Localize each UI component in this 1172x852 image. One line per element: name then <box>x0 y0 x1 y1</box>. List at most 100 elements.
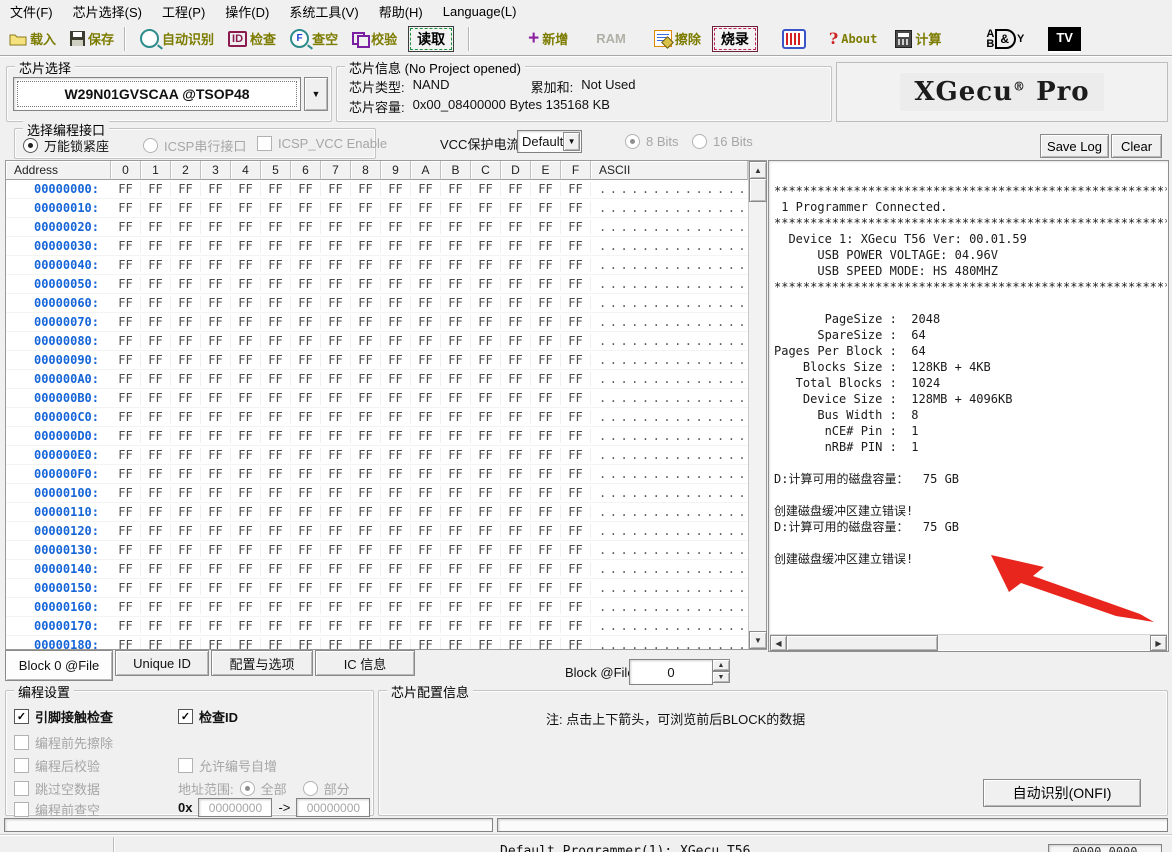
hex-byte-cell[interactable]: FF <box>501 619 531 633</box>
calculator-button[interactable]: 计算 <box>890 27 946 50</box>
hex-byte-cell[interactable]: FF <box>441 258 471 272</box>
hex-byte-cell[interactable]: FF <box>201 201 231 215</box>
hex-byte-cell[interactable]: FF <box>111 220 141 234</box>
hex-byte-cell[interactable]: FF <box>261 315 291 329</box>
hex-byte-cell[interactable]: FF <box>531 638 561 649</box>
hex-byte-cell[interactable]: FF <box>351 220 381 234</box>
hex-ascii-cell[interactable]: ................ <box>591 410 748 424</box>
hex-byte-cell[interactable]: FF <box>291 372 321 386</box>
hex-byte-cell[interactable]: FF <box>321 220 351 234</box>
hex-byte-cell[interactable]: FF <box>561 391 591 405</box>
hex-byte-cell[interactable]: FF <box>291 296 321 310</box>
scrollbar-thumb[interactable] <box>749 178 767 202</box>
hex-byte-cell[interactable]: FF <box>141 619 171 633</box>
ic-socket-icon[interactable] <box>782 29 806 49</box>
hex-byte-cell[interactable]: FF <box>381 296 411 310</box>
hex-byte-cell[interactable]: FF <box>321 619 351 633</box>
hex-byte-cell[interactable]: FF <box>441 505 471 519</box>
hex-byte-cell[interactable]: FF <box>441 448 471 462</box>
hex-byte-cell[interactable]: FF <box>231 182 261 196</box>
hex-byte-cell[interactable]: FF <box>111 562 141 576</box>
auto-identify-button[interactable]: 自动识别 <box>135 27 219 50</box>
chip-select-combobox[interactable]: W29N01GVSCAA @TSOP48 <box>13 77 301 111</box>
hex-ascii-cell[interactable]: ................ <box>591 334 748 348</box>
hex-byte-cell[interactable]: FF <box>321 505 351 519</box>
hex-byte-cell[interactable]: FF <box>561 448 591 462</box>
pin-check-checkbox[interactable]: ✓ <box>14 709 29 724</box>
hex-byte-cell[interactable]: FF <box>201 524 231 538</box>
blank-check-button[interactable]: F 查空 <box>285 27 343 50</box>
menu-item[interactable]: 系统工具(V) <box>279 0 368 23</box>
hex-byte-cell[interactable]: FF <box>471 220 501 234</box>
hex-byte-cell[interactable]: FF <box>171 391 201 405</box>
hex-byte-cell[interactable]: FF <box>171 524 201 538</box>
hex-byte-cell[interactable]: FF <box>561 467 591 481</box>
log-horizontal-scrollbar[interactable]: ◀ ▶ <box>770 634 1167 650</box>
about-button[interactable]: ? About <box>824 27 883 50</box>
hex-byte-cell[interactable]: FF <box>501 600 531 614</box>
hex-byte-cell[interactable]: FF <box>351 619 381 633</box>
hex-byte-cell[interactable]: FF <box>291 448 321 462</box>
hex-byte-cell[interactable]: FF <box>471 182 501 196</box>
hex-byte-cell[interactable]: FF <box>321 581 351 595</box>
hex-byte-cell[interactable]: FF <box>351 258 381 272</box>
hex-byte-cell[interactable]: FF <box>531 448 561 462</box>
hex-byte-cell[interactable]: FF <box>321 353 351 367</box>
hex-byte-cell[interactable]: FF <box>531 372 561 386</box>
hex-byte-cell[interactable]: FF <box>531 182 561 196</box>
scroll-up-button[interactable]: ▲ <box>749 161 767 179</box>
hex-byte-cell[interactable]: FF <box>111 600 141 614</box>
hex-byte-cell[interactable]: FF <box>141 391 171 405</box>
hex-byte-cell[interactable]: FF <box>561 543 591 557</box>
hex-byte-cell[interactable]: FF <box>411 562 441 576</box>
hex-byte-cell[interactable]: FF <box>351 372 381 386</box>
hex-byte-cell[interactable]: FF <box>201 372 231 386</box>
hex-byte-cell[interactable]: FF <box>561 562 591 576</box>
hex-byte-cell[interactable]: FF <box>321 524 351 538</box>
hex-byte-cell[interactable]: FF <box>261 239 291 253</box>
hex-byte-cell[interactable]: FF <box>171 562 201 576</box>
hex-byte-cell[interactable]: FF <box>201 429 231 443</box>
hex-byte-cell[interactable]: FF <box>471 505 501 519</box>
hex-byte-cell[interactable]: FF <box>381 619 411 633</box>
hex-byte-cell[interactable]: FF <box>231 467 261 481</box>
hex-byte-cell[interactable]: FF <box>531 486 561 500</box>
hex-byte-cell[interactable]: FF <box>501 562 531 576</box>
hex-byte-cell[interactable]: FF <box>291 638 321 649</box>
hex-byte-cell[interactable]: FF <box>141 239 171 253</box>
hex-ascii-cell[interactable]: ................ <box>591 638 748 649</box>
hex-byte-cell[interactable]: FF <box>201 505 231 519</box>
hex-byte-cell[interactable]: FF <box>231 638 261 649</box>
hex-byte-cell[interactable]: FF <box>471 201 501 215</box>
hex-byte-cell[interactable]: FF <box>471 448 501 462</box>
hex-byte-cell[interactable]: FF <box>441 467 471 481</box>
hex-byte-cell[interactable]: FF <box>381 182 411 196</box>
hex-byte-cell[interactable]: FF <box>471 239 501 253</box>
hex-byte-cell[interactable]: FF <box>111 353 141 367</box>
hex-byte-cell[interactable]: FF <box>561 524 591 538</box>
hex-ascii-cell[interactable]: ................ <box>591 353 748 367</box>
hex-byte-cell[interactable]: FF <box>141 220 171 234</box>
hex-ascii-cell[interactable]: ................ <box>591 581 748 595</box>
hex-byte-cell[interactable]: FF <box>381 258 411 272</box>
hex-byte-cell[interactable]: FF <box>201 334 231 348</box>
hex-byte-cell[interactable]: FF <box>561 486 591 500</box>
hex-byte-cell[interactable]: FF <box>501 220 531 234</box>
hex-byte-cell[interactable]: FF <box>381 600 411 614</box>
hex-byte-cell[interactable]: FF <box>141 562 171 576</box>
hex-byte-cell[interactable]: FF <box>531 353 561 367</box>
hex-ascii-cell[interactable]: ................ <box>591 467 748 481</box>
hex-byte-cell[interactable]: FF <box>381 410 411 424</box>
hex-byte-cell[interactable]: FF <box>231 201 261 215</box>
hex-byte-cell[interactable]: FF <box>561 277 591 291</box>
hex-byte-cell[interactable]: FF <box>261 638 291 649</box>
hex-byte-cell[interactable]: FF <box>471 638 501 649</box>
hex-ascii-cell[interactable]: ................ <box>591 258 748 272</box>
hex-byte-cell[interactable]: FF <box>261 410 291 424</box>
hex-byte-cell[interactable]: FF <box>111 505 141 519</box>
hex-byte-cell[interactable]: FF <box>291 334 321 348</box>
hex-byte-cell[interactable]: FF <box>111 448 141 462</box>
hex-byte-cell[interactable]: FF <box>231 619 261 633</box>
hex-byte-cell[interactable]: FF <box>291 277 321 291</box>
menu-item[interactable]: 文件(F) <box>0 0 63 23</box>
